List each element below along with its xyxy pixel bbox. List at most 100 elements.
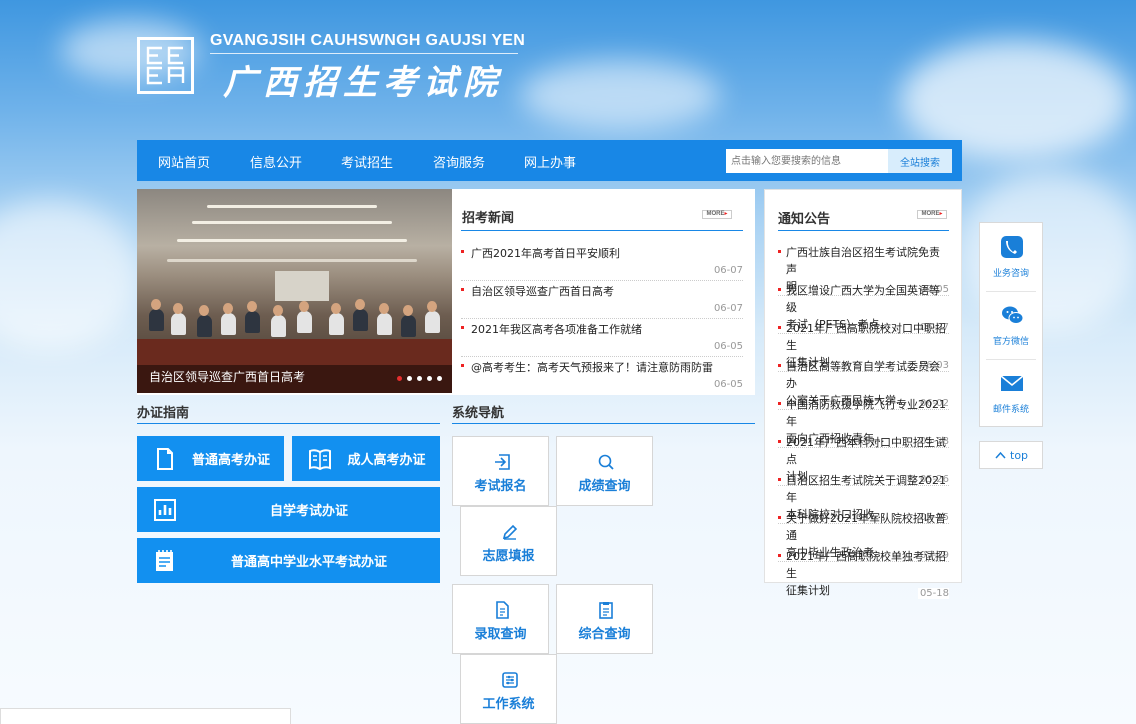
guide-button-academic-level[interactable]: 普通高中学业水平考试办证	[137, 538, 440, 583]
guide-button-gaokao[interactable]: 普通高考办证	[137, 436, 284, 481]
system-card-application-fill[interactable]: 志愿填报	[460, 506, 557, 576]
photo-person	[353, 309, 368, 331]
site-name-english: GVANGJSIH CAUHSWNGH GAUJSI YEN	[210, 32, 526, 49]
nav-item-exam-enrollment[interactable]: 考试招生	[341, 152, 393, 171]
slide-dot[interactable]	[427, 376, 432, 381]
notice-item-title-line: 2021年广西高职院校对口中职招生	[786, 322, 946, 352]
floating-sidebar: 业务咨询 官方微信 邮件系统	[979, 222, 1043, 427]
guide-button-adult-exam[interactable]: 成人高考办证	[292, 436, 440, 481]
float-item-label: 邮件系统	[992, 405, 1029, 415]
float-item-wechat[interactable]: 官方微信	[980, 291, 1042, 359]
notice-item-title-line: 2021年广西高职院校单独考试招生	[786, 550, 946, 580]
float-item-mail[interactable]: 邮件系统	[980, 359, 1042, 427]
clipboard-icon	[156, 549, 173, 571]
photo-person-head	[331, 303, 341, 314]
notice-title: 通知公告	[778, 212, 831, 227]
news-list: 广西2021年高考首日平安顺利 06-07 自治区领导巡查广西首日高考 06-0…	[461, 243, 743, 395]
nav-item-home[interactable]: 网站首页	[158, 152, 210, 171]
photo-person-head	[299, 301, 309, 312]
nav-item-info-disclosure[interactable]: 信息公开	[250, 152, 302, 171]
file-icon	[496, 601, 509, 619]
guide-button-label: 自学考试办证	[269, 504, 348, 519]
news-item[interactable]: @高考考生：高考天气预报来了！请注意防雨防雷 06-05	[461, 357, 743, 395]
notice-more-label: MORE	[921, 211, 940, 217]
photo-ceiling-light	[192, 221, 392, 224]
float-item-label: 官方微信	[992, 337, 1029, 347]
photo-ceiling-light	[167, 259, 417, 262]
system-card-comprehensive-query[interactable]: 综合查询	[556, 584, 653, 654]
guide-button-label: 普通高考办证	[191, 453, 270, 468]
guide-button-self-study[interactable]: 自学考试办证	[137, 487, 440, 532]
float-item-consulting[interactable]: 业务咨询	[980, 223, 1042, 291]
notice-item[interactable]: 2021年广西高职院校单独考试招生 征集计划 05-18	[778, 548, 949, 599]
main-nav: 网站首页 信息公开 考试招生 咨询服务 网上办事 全站搜索	[137, 140, 962, 181]
photo-person	[329, 313, 344, 335]
news-item[interactable]: 自治区领导巡查广西首日高考 06-07	[461, 281, 743, 319]
system-card-score-query[interactable]: 成绩查询	[556, 436, 653, 506]
notice-panel: 通知公告 MORE▸ 广西壮族自治区招生考试院免责声明 09-05 我区增设广西…	[764, 189, 962, 599]
settings-icon	[502, 672, 518, 688]
slide-indicators	[397, 376, 442, 381]
system-card-exam-registration[interactable]: 考试报名	[452, 436, 549, 506]
news-item-title[interactable]: 2021年我区高考各项准备工作就绪	[471, 321, 642, 337]
nav-item-online-services[interactable]: 网上办事	[524, 152, 576, 171]
site-name-chinese: 广西招生考试院	[223, 63, 503, 103]
photo-ceiling-light	[177, 239, 407, 242]
search-button[interactable]: 全站搜索	[888, 149, 952, 173]
guide-button-label: 普通高中学业水平考试办证	[230, 555, 387, 570]
document-icon	[157, 447, 173, 470]
bullet-icon	[778, 478, 781, 481]
guide-button-label: 成人高考办证	[347, 453, 426, 468]
bullet-icon	[778, 554, 781, 557]
notice-more-button[interactable]: MORE▸	[917, 210, 947, 219]
photo-person-head	[355, 299, 365, 310]
photo-person-head	[427, 301, 437, 312]
slide-dot[interactable]	[417, 376, 422, 381]
news-item-date: 06-05	[713, 341, 743, 352]
slide-dot[interactable]	[397, 376, 402, 381]
wechat-icon	[1002, 306, 1024, 324]
site-logo[interactable]	[137, 37, 194, 94]
news-item[interactable]: 广西2021年高考首日平安顺利 06-07	[461, 243, 743, 281]
photo-person	[377, 313, 392, 335]
login-icon	[495, 454, 510, 470]
more-arrow-icon: ▸	[939, 211, 943, 217]
notice-title-rule	[778, 230, 949, 231]
bullet-icon	[461, 288, 464, 291]
notice-item-date: 05-18	[917, 588, 949, 599]
notice-item-title-line: 自治区高等教育自学考试委员会办	[786, 360, 940, 390]
search-input[interactable]	[726, 149, 888, 173]
photo-person-head	[273, 305, 283, 316]
bullet-icon	[461, 364, 464, 367]
slide-dot[interactable]	[407, 376, 412, 381]
system-card-admission-query[interactable]: 录取查询	[452, 584, 549, 654]
system-card-label: 综合查询	[578, 627, 631, 642]
bullet-icon	[778, 250, 781, 253]
search-icon	[598, 454, 614, 470]
photo-person	[401, 315, 416, 337]
bullet-icon	[778, 326, 781, 329]
slideshow[interactable]: 自治区领导巡查广西首日高考	[137, 189, 452, 393]
notice-item-title-line: 广西壮族自治区招生考试院免责声	[786, 246, 940, 276]
page-container: GVANGJSIH CAUHSWNGH GAUJSI YEN 广西招生考试院 网…	[137, 0, 962, 724]
photo-person	[171, 313, 186, 335]
photo-wall-banner	[275, 271, 329, 301]
notice-item-title-line: 2021年广西本科对口中职招生试点	[786, 436, 946, 466]
system-card-label: 考试报名	[474, 479, 527, 494]
news-item-title[interactable]: 广西2021年高考首日平安顺利	[471, 245, 620, 261]
photo-person	[149, 309, 164, 331]
bottom-panel-edge	[0, 708, 291, 724]
photo-person-head	[403, 305, 413, 316]
photo-ceiling-light	[207, 205, 377, 208]
news-item[interactable]: 2021年我区高考各项准备工作就绪 06-05	[461, 319, 743, 357]
system-card-work-system[interactable]: 工作系统	[460, 654, 557, 724]
slide-dot[interactable]	[437, 376, 442, 381]
photo-person-head	[199, 305, 209, 316]
photo-person-head	[151, 299, 161, 310]
news-item-title[interactable]: @高考考生：高考天气预报来了！请注意防雨防雷	[471, 359, 713, 375]
guide-title-rule	[137, 423, 440, 424]
news-more-button[interactable]: MORE▸	[702, 210, 732, 219]
back-to-top-button[interactable]: top	[979, 441, 1043, 469]
news-item-title[interactable]: 自治区领导巡查广西首日高考	[471, 283, 614, 299]
nav-item-consulting[interactable]: 咨询服务	[433, 152, 485, 171]
